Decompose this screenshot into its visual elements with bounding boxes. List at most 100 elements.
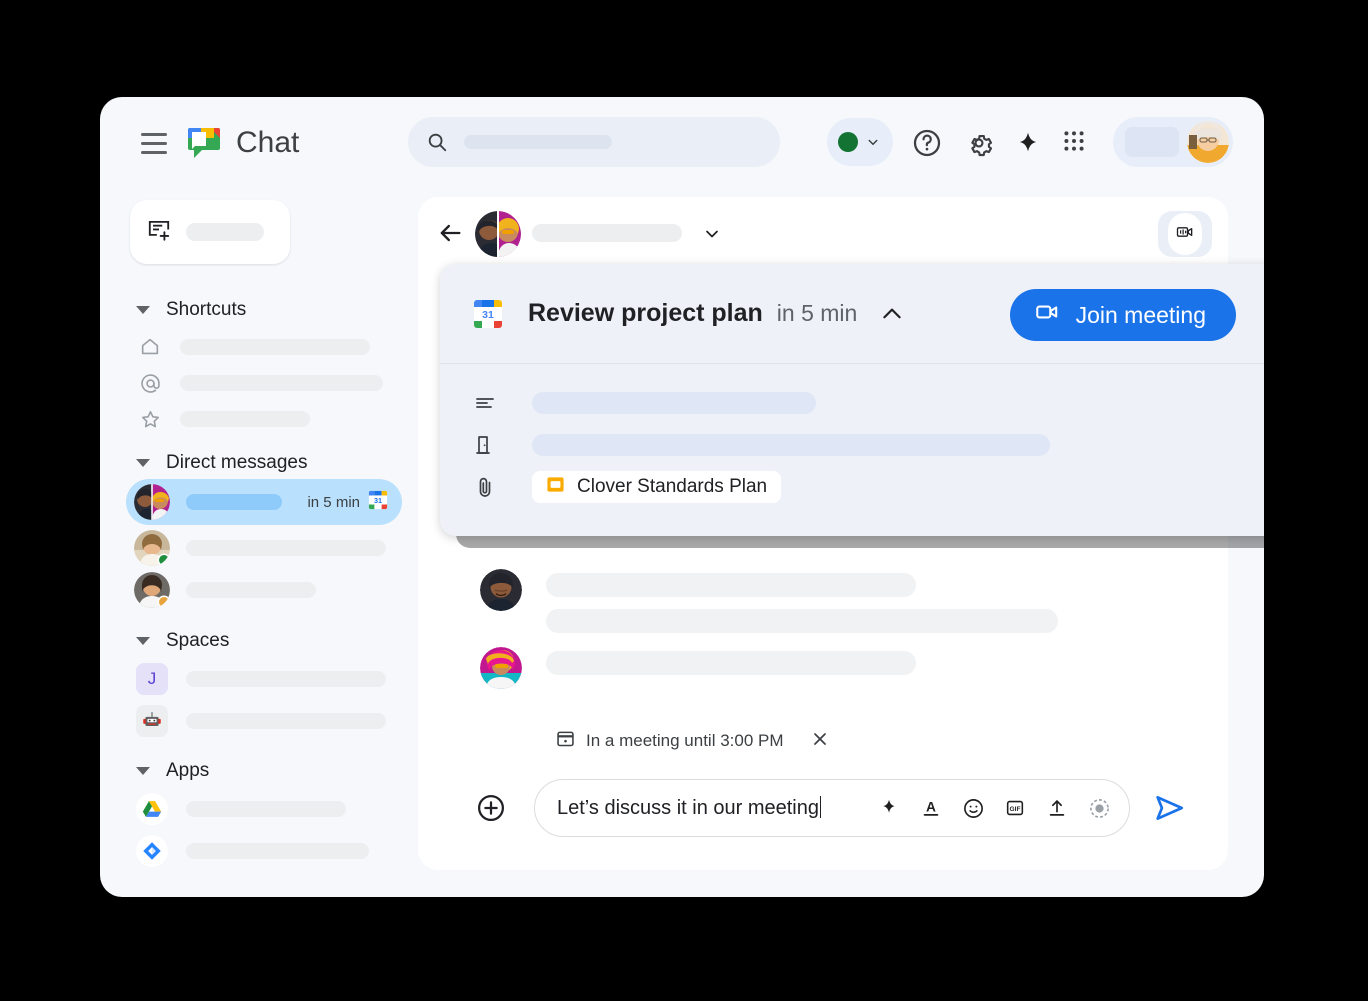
meeting-title: Review project plan [528, 299, 763, 328]
meeting-status-text: In a meeting until 3:00 PM [586, 731, 784, 751]
space-row[interactable]: J [126, 657, 402, 701]
group-avatar-two-people [134, 484, 170, 520]
account-name-placeholder [1125, 127, 1179, 157]
dm-row-active[interactable]: in 5 min 31 [126, 479, 402, 525]
person-avatar-amber-status [134, 572, 170, 608]
section-header-spaces[interactable]: Spaces [136, 630, 229, 652]
new-chat-button[interactable] [130, 200, 290, 264]
sidebar-item-label [180, 339, 370, 355]
presence-available-dot [838, 132, 858, 152]
new-chat-label [186, 223, 264, 241]
space-name-placeholder [186, 713, 386, 729]
space-row[interactable] [126, 699, 402, 743]
sidebar-item-label [180, 375, 383, 391]
gear-icon[interactable] [963, 127, 995, 159]
svg-text:GIF: GIF [1010, 806, 1021, 813]
svg-text:31: 31 [374, 496, 382, 505]
dm-row[interactable] [126, 567, 402, 613]
section-label: Spaces [166, 630, 229, 652]
mention-at-icon [136, 372, 164, 395]
hamburger-menu-icon[interactable] [138, 127, 170, 159]
start-meeting-button[interactable] [1158, 211, 1212, 257]
emoji-icon[interactable] [961, 796, 985, 820]
account-chip[interactable] [1113, 117, 1233, 167]
description-lines-icon [470, 391, 500, 415]
svg-text:A: A [926, 800, 936, 815]
back-arrow-icon[interactable] [436, 219, 464, 247]
sidebar-item-label [180, 411, 310, 427]
presence-status-button[interactable] [827, 118, 893, 166]
google-slides-icon [546, 475, 565, 500]
section-header-apps[interactable]: Apps [136, 760, 209, 782]
sidebar-item-home[interactable] [130, 327, 398, 367]
sidebar-item-mentions[interactable] [130, 363, 398, 403]
person-avatar-green-status [134, 530, 170, 566]
section-label: Shortcuts [166, 299, 246, 321]
section-header-direct-messages[interactable]: Direct messages [136, 452, 308, 474]
send-icon[interactable] [1152, 791, 1186, 825]
section-header-shortcuts[interactable]: Shortcuts [136, 299, 246, 321]
record-icon[interactable] [1087, 796, 1111, 820]
app-row-drive[interactable] [126, 787, 402, 831]
caret-down-icon[interactable] [136, 459, 150, 467]
new-chat-icon [146, 217, 172, 248]
robot-icon [136, 705, 168, 737]
close-icon[interactable] [810, 729, 830, 754]
calendar-icon [555, 728, 576, 754]
app-title: Chat [236, 123, 299, 163]
sparkle-icon[interactable] [1013, 127, 1045, 159]
dm-time-label: in 5 min [307, 494, 360, 511]
help-circle-icon[interactable] [911, 127, 943, 159]
chevron-up-icon[interactable] [879, 301, 905, 327]
message-input[interactable]: Let’s discuss it in our meeting A [534, 779, 1130, 837]
dm-row[interactable] [126, 525, 402, 571]
meeting-start-time: in 5 min [777, 300, 858, 327]
google-chat-logo [184, 123, 224, 163]
caret-down-icon[interactable] [136, 306, 150, 314]
sidebar-item-starred[interactable] [130, 399, 398, 439]
section-label: Apps [166, 760, 209, 782]
join-meeting-button[interactable]: Join meeting [1010, 289, 1236, 341]
attachment-chip[interactable]: Clover Standards Plan [532, 471, 781, 503]
conversation-header [418, 197, 1228, 271]
message-bubbles [546, 569, 1058, 633]
meeting-card-details: Clover Standards Plan [440, 364, 1264, 508]
meeting-room-icon [470, 433, 500, 457]
top-app-bar: Chat [100, 97, 1264, 189]
format-text-icon[interactable]: A [919, 796, 943, 820]
video-camera-icon [1034, 299, 1060, 331]
caret-down-icon[interactable] [136, 637, 150, 645]
app-name-placeholder [186, 801, 346, 817]
apps-grid-icon[interactable] [1060, 127, 1092, 159]
person-avatar-2[interactable] [480, 647, 522, 689]
gif-icon[interactable]: GIF [1003, 796, 1027, 820]
meeting-notification-card: 31 Review project plan in 5 min [440, 264, 1264, 536]
meeting-description-placeholder [532, 392, 816, 414]
avatar[interactable] [1187, 121, 1229, 163]
message-input-value: Let’s discuss it in our meeting [557, 796, 821, 820]
app-name-placeholder [186, 843, 369, 859]
person-avatar-1[interactable] [480, 569, 522, 611]
sparkle-icon[interactable] [877, 796, 901, 820]
conversation-title [532, 224, 682, 242]
meeting-attachment-row: Clover Standards Plan [440, 466, 1264, 508]
chevron-down-icon [864, 133, 882, 151]
home-icon [136, 336, 164, 358]
add-circle-icon[interactable] [476, 793, 506, 823]
caret-down-icon[interactable] [136, 767, 150, 775]
space-name-placeholder [186, 671, 386, 687]
star-outline-icon [136, 408, 164, 431]
upload-icon[interactable] [1045, 796, 1069, 820]
google-drive-icon [136, 793, 168, 825]
google-calendar-icon: 31 [368, 490, 388, 515]
dm-name-placeholder [186, 494, 282, 510]
search-placeholder [464, 135, 612, 149]
app-row-jira[interactable] [126, 829, 402, 873]
chevron-down-icon[interactable] [702, 224, 722, 244]
message-row [480, 647, 916, 689]
search-input[interactable] [408, 117, 780, 167]
dm-name-placeholder [186, 582, 316, 598]
conversation-avatar[interactable] [475, 211, 521, 257]
jira-icon [136, 835, 168, 867]
attachment-name: Clover Standards Plan [577, 476, 767, 498]
